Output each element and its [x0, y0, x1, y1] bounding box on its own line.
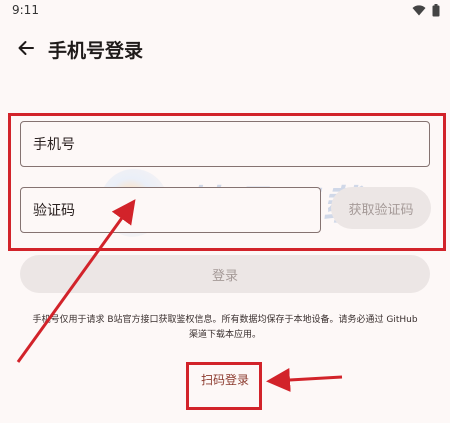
page-title: 手机号登录 [48, 40, 144, 62]
login-button[interactable]: 登录 [20, 255, 430, 293]
annotation-arrow-to-qr [266, 367, 343, 392]
disclaimer-text: 手机号仅用于请求 B站官方接口获取鉴权信息。所有数据均保存于本地设备。请务必通过… [32, 315, 418, 340]
back-button[interactable] [12, 34, 40, 62]
wifi-icon [412, 5, 426, 16]
battery-icon [432, 4, 440, 17]
status-time: 9:11 [12, 3, 39, 17]
phone-field-label: 手机号 [33, 137, 75, 153]
verification-code-label: 验证码 [33, 203, 75, 219]
verification-code-field[interactable]: 验证码 [20, 187, 321, 233]
get-code-button[interactable]: 获取验证码 [331, 187, 431, 229]
qr-login-link[interactable]: 扫码登录 [190, 368, 260, 390]
phone-field[interactable]: 手机号 [20, 121, 430, 167]
arrow-left-icon [18, 41, 34, 55]
app-bar: 手机号登录 [0, 30, 450, 66]
status-bar: 9:11 [0, 0, 450, 22]
status-icons [412, 4, 440, 17]
